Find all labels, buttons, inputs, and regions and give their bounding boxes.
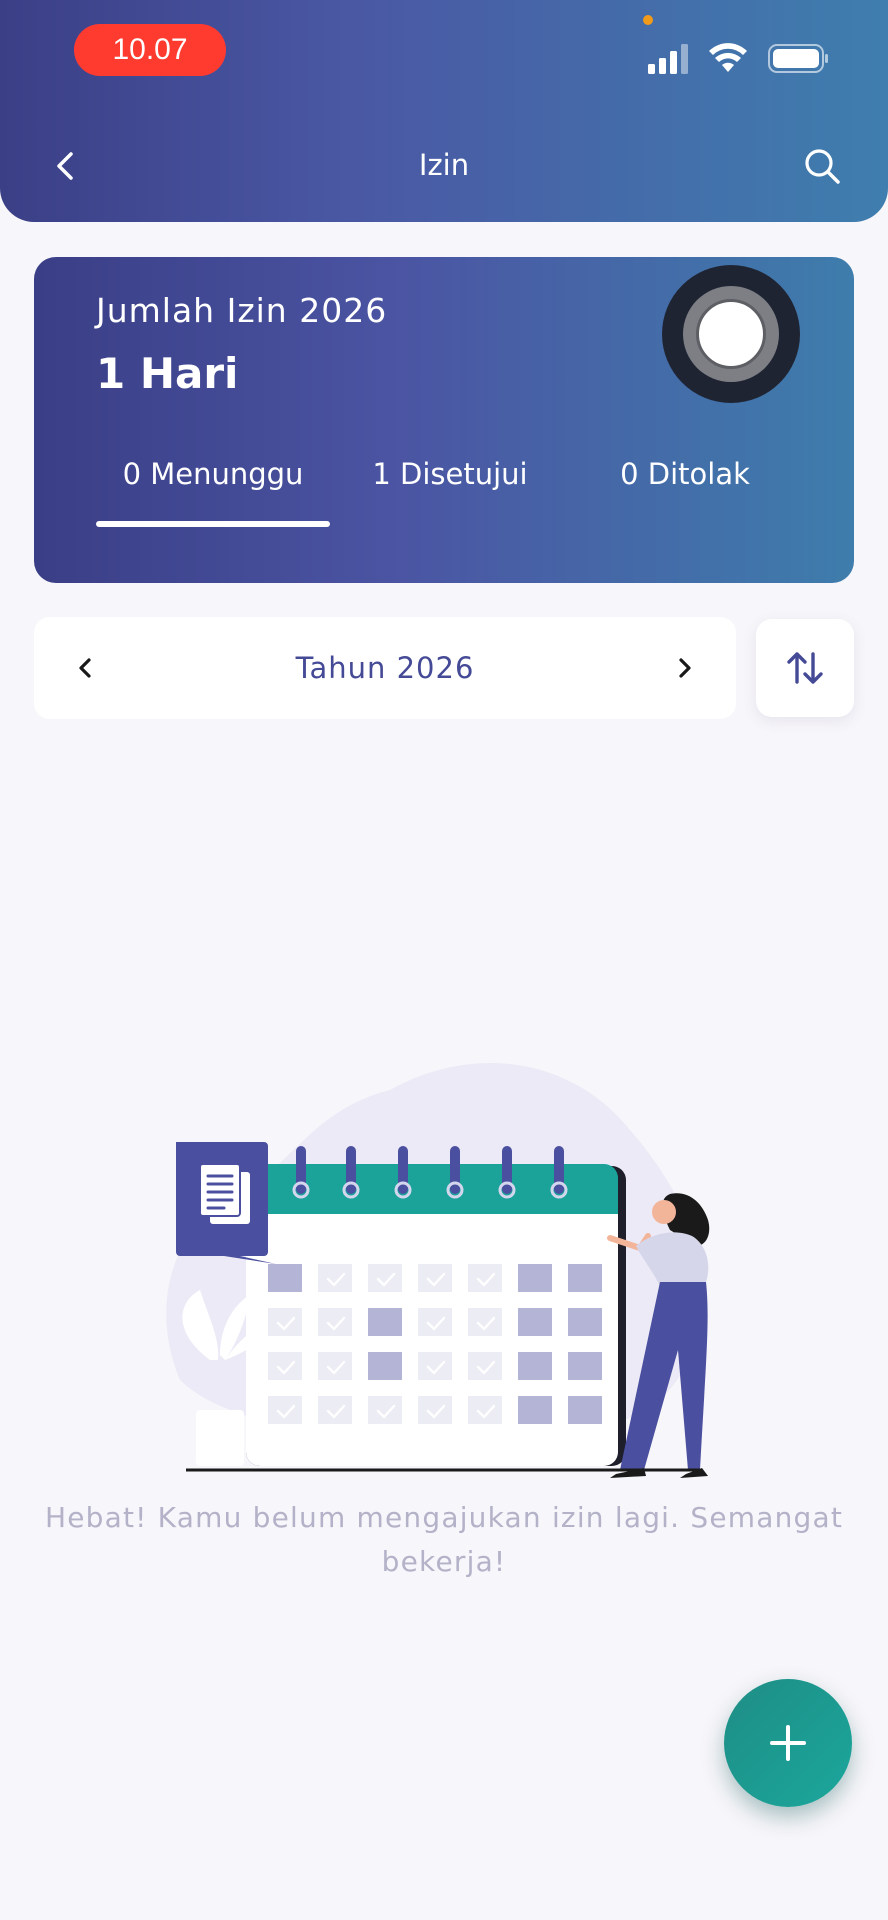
status-icons (648, 40, 828, 76)
page-title: Izin (418, 148, 470, 182)
tab-rejected[interactable]: 0 Ditolak (570, 453, 800, 495)
search-icon (805, 149, 840, 184)
search-button[interactable] (800, 144, 846, 190)
app-header: 10.07 Izin (0, 0, 888, 222)
battery-icon (768, 44, 828, 73)
status-tabs: 0 Menunggu 1 Disetujui 0 Ditolak (96, 453, 796, 533)
document-icon (176, 1142, 276, 1264)
sort-button[interactable] (756, 619, 854, 717)
year-label: Tahun 2026 (295, 651, 475, 685)
signal-icon (648, 44, 688, 74)
summary-label: Jumlah Izin 2026 (96, 291, 388, 330)
status-time: 10.07 (74, 24, 226, 76)
tab-approved[interactable]: 1 Disetujui (330, 453, 570, 495)
next-year-button[interactable] (670, 650, 700, 686)
sort-arrows-icon (787, 652, 823, 684)
empty-state-illustration (140, 1050, 740, 1480)
empty-state-message: Hebat! Kamu belum mengajukan izin lagi. … (44, 1501, 844, 1578)
summary-value: 1 Hari (96, 349, 239, 398)
add-leave-button[interactable] (724, 1679, 852, 1807)
wifi-icon (709, 43, 747, 72)
calendar-icon (246, 1146, 626, 1466)
plus-icon (770, 1725, 806, 1761)
leave-summary-card: Jumlah Izin 2026 1 Hari 0 Menunggu 1 Dis… (34, 257, 854, 583)
chevron-right-icon (679, 658, 691, 678)
tab-pending[interactable]: 0 Menunggu (96, 453, 330, 495)
year-selector: Tahun 2026 (34, 617, 736, 719)
privacy-indicator-dot (643, 15, 653, 25)
avatar (662, 265, 800, 403)
tab-indicator (96, 521, 330, 527)
